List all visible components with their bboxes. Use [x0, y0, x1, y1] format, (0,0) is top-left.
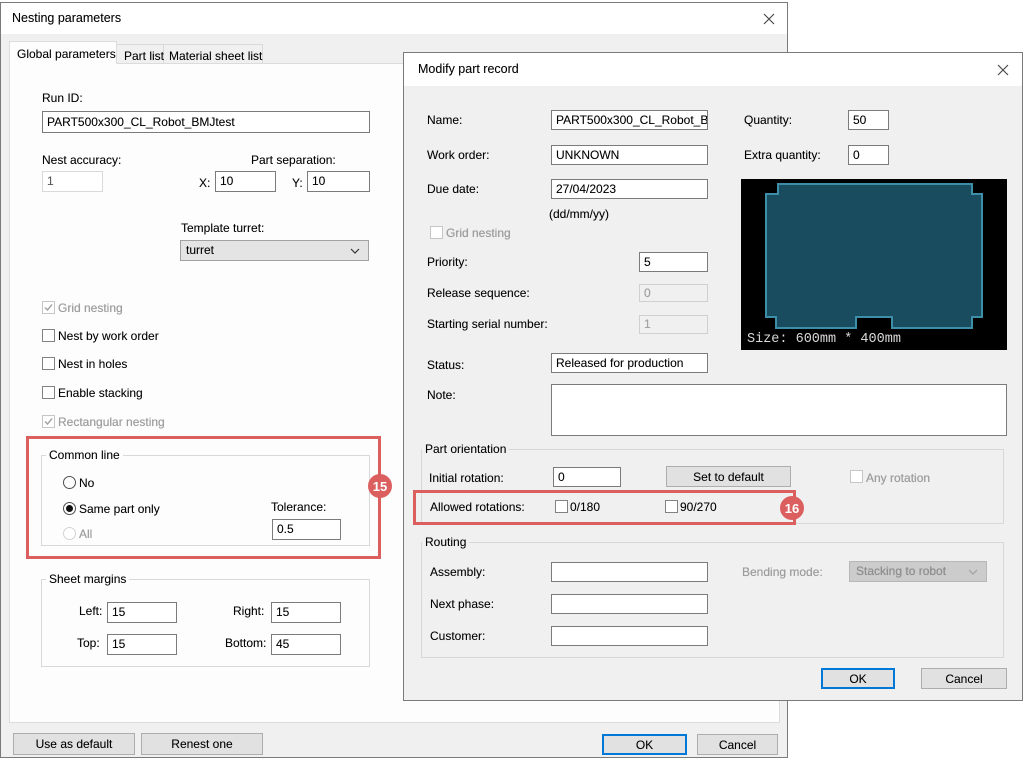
svg-text:Size: 600mm * 400mm: Size: 600mm * 400mm — [747, 332, 901, 347]
